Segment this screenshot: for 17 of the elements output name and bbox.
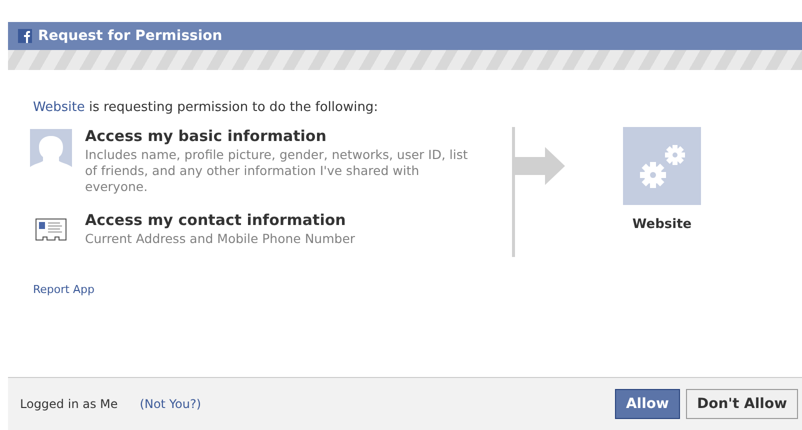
- permission-title: Access my contact information: [85, 211, 347, 229]
- website-link[interactable]: Website: [33, 100, 85, 115]
- deny-button[interactable]: Don't Allow: [686, 389, 798, 419]
- logged-in-text: Logged in as Me: [20, 397, 118, 411]
- contact-card-icon: [35, 217, 67, 243]
- logo-icon: [18, 29, 32, 43]
- permission-title: Access my basic information: [85, 127, 328, 145]
- app-name: Website: [632, 217, 692, 232]
- profile-silhouette-icon: [30, 129, 72, 175]
- permission-description: Includes name, profile picture, gender, networks, user ID, list of friends, and any other information I've shared with everyone.: [85, 147, 469, 195]
- allow-button[interactable]: Allow: [614, 389, 680, 419]
- not-you-link[interactable]: (Not You?): [140, 397, 202, 411]
- window-title: Request for Permission: [38, 28, 222, 44]
- permission-description: Current Address and Mobile Phone Number: [85, 231, 356, 247]
- report-app-link[interactable]: Report App: [33, 283, 94, 296]
- intro-text: Website is requesting permission to do the following:: [33, 100, 378, 115]
- gears-icon: [623, 127, 701, 205]
